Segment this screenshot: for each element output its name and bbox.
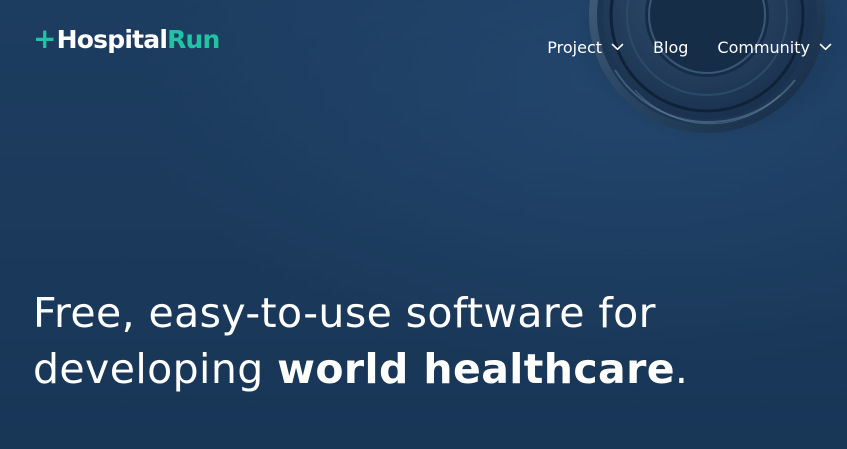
nav-item-project[interactable]: Project — [547, 38, 624, 57]
headline-line-2-prefix: developing — [33, 345, 278, 393]
logo-text-hospital: Hospital — [56, 24, 168, 54]
nav-item-label: Blog — [653, 37, 689, 57]
nav-item-label: Project — [547, 37, 603, 57]
nav-item-label: Community — [717, 37, 810, 57]
stethoscope-image — [573, 0, 847, 143]
nav-item-blog[interactable]: Blog — [653, 38, 688, 57]
headline-line-2-suffix: . — [674, 345, 689, 393]
headline-emphasis: world healthcare — [277, 345, 675, 393]
nav-item-community[interactable]: Community — [717, 38, 832, 57]
chevron-down-icon — [819, 43, 832, 51]
headline-line-1: Free, easy-to-use software for — [33, 289, 656, 337]
logo-text-run: Run — [167, 24, 220, 54]
hospitalrun-logo[interactable]: + Hospital Run — [33, 23, 220, 55]
plus-icon: + — [33, 22, 56, 55]
hero-headline: Free, easy-to-use software for developin… — [33, 285, 688, 397]
chevron-down-icon — [611, 43, 624, 51]
hero-section: + Hospital Run Project Blog Community Fr… — [0, 0, 847, 449]
main-nav: Project Blog Community — [547, 35, 832, 59]
